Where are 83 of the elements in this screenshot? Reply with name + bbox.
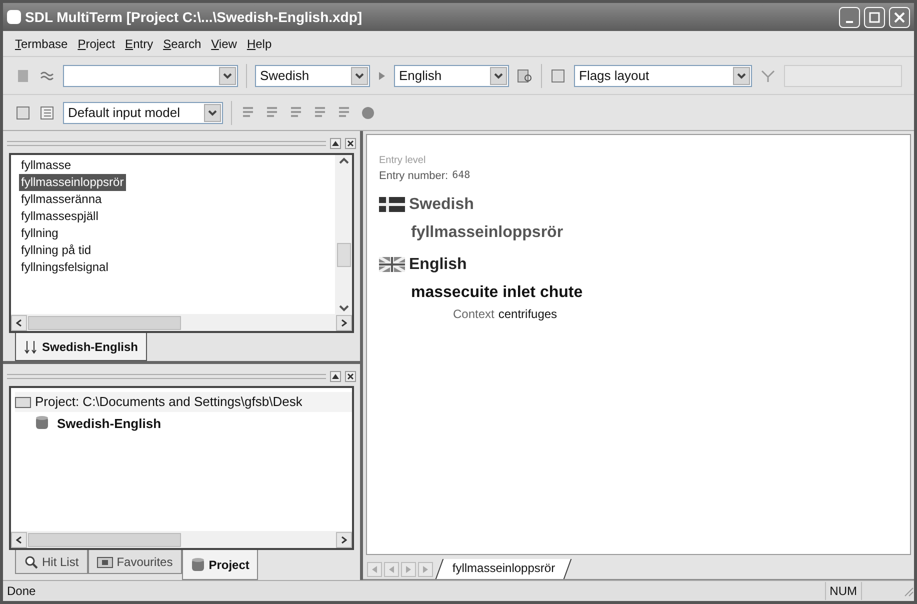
index-item[interactable]: fyllmasseränna [19, 191, 104, 208]
tree-item[interactable]: Swedish-English [57, 414, 162, 433]
horizontal-scrollbar[interactable] [11, 531, 352, 548]
layout-dropdown[interactable]: Flags layout [574, 64, 752, 86]
horizontal-scrollbar[interactable] [11, 314, 352, 331]
caret-icon [208, 110, 217, 116]
flag-icon [379, 197, 405, 212]
database-icon [35, 415, 49, 432]
caret-icon[interactable] [223, 72, 232, 78]
close-icon [894, 12, 905, 22]
document-icon[interactable] [15, 104, 31, 120]
previous-button[interactable] [384, 562, 399, 577]
last-icon [422, 566, 429, 573]
scroll-left-icon[interactable] [16, 536, 22, 544]
menu-item[interactable]: View [211, 34, 237, 52]
scroll-down-icon[interactable] [338, 304, 348, 312]
index-item[interactable]: fyllmasseinloppsrör [19, 174, 126, 191]
next-icon [405, 566, 412, 573]
form-icon[interactable] [39, 104, 55, 120]
target-language-dropdown[interactable]: English [394, 64, 509, 86]
term: massecuite inlet chute [410, 282, 584, 302]
first-icon [371, 566, 378, 573]
index-item[interactable]: fyllning [19, 225, 60, 242]
num-lock-indicator: NUM [824, 582, 862, 600]
scroll-left-icon[interactable] [16, 318, 22, 326]
entry-level-label: Entry level [379, 154, 427, 168]
scroll-right-icon[interactable] [341, 536, 347, 544]
status-text: Done [6, 583, 37, 600]
minimize-icon [846, 20, 853, 22]
scroll-up-icon[interactable] [338, 157, 348, 165]
vertical-scrollbar[interactable] [335, 155, 352, 314]
index-item[interactable]: fyllmasse [19, 157, 74, 174]
resize-grip-icon[interactable] [902, 585, 914, 597]
entry-number-label: Entry number: [379, 169, 448, 184]
pane-tab[interactable]: Project [182, 550, 258, 580]
menu-item[interactable]: Termbase [15, 34, 68, 52]
index-item[interactable]: fyllningsfelsignal [19, 259, 110, 276]
folder-icon [96, 556, 113, 568]
window-title: SDL MultiTerm [Project C:\...\Swedish-English.xdp] [25, 8, 364, 27]
arrow-icon [378, 70, 386, 80]
folder-icon [15, 396, 31, 408]
pin-icon[interactable] [332, 140, 339, 146]
index-item[interactable]: fyllning på tid [19, 242, 94, 259]
index-item[interactable]: fyllmassespjäll [19, 208, 100, 225]
minimize-button[interactable] [839, 6, 860, 28]
scroll-thumb[interactable] [336, 242, 350, 266]
layout-icon[interactable] [550, 68, 566, 84]
close-button[interactable] [889, 6, 910, 28]
entry-tab[interactable]: fyllmasseinloppsrör [435, 559, 572, 579]
pin-icon[interactable] [332, 374, 339, 378]
context-value: centrifuges [498, 306, 558, 322]
filter-icon[interactable] [760, 68, 776, 84]
first-button[interactable] [367, 562, 382, 577]
caret-icon [355, 72, 364, 78]
language-name: Swedish [409, 194, 474, 214]
scroll-right-icon[interactable] [341, 318, 347, 326]
menu-item[interactable]: Project [78, 34, 116, 52]
source-language-dropdown[interactable]: Swedish [255, 64, 370, 86]
previous-icon [388, 566, 395, 573]
pane-tab[interactable]: Hit List [15, 550, 88, 574]
last-button[interactable] [418, 562, 433, 577]
menu-item[interactable]: Search [163, 34, 202, 52]
sort-icon [24, 340, 38, 354]
search-field[interactable] [63, 64, 238, 86]
language-name: English [409, 254, 467, 274]
context-label: Context [453, 306, 494, 322]
menu-item[interactable]: Help [246, 34, 272, 52]
menu-item[interactable]: Entry [125, 34, 154, 52]
next-button[interactable] [401, 562, 416, 577]
close-icon[interactable] [347, 140, 354, 146]
caret-icon [494, 72, 503, 78]
pane-tab[interactable]: Favourites [88, 550, 182, 574]
input-model-dropdown[interactable]: Default input model [63, 102, 223, 124]
term: fyllmasseinloppsrör [410, 222, 564, 242]
close-icon[interactable] [347, 372, 354, 380]
flag-icon [379, 257, 405, 272]
database-icon [190, 556, 205, 572]
index-tab[interactable]: Swedish-English [15, 333, 148, 361]
app-icon [7, 10, 21, 24]
maximize-icon [869, 12, 880, 22]
entry-number: 648 [452, 169, 470, 183]
maximize-button[interactable] [864, 6, 885, 28]
caret-icon [737, 72, 746, 78]
